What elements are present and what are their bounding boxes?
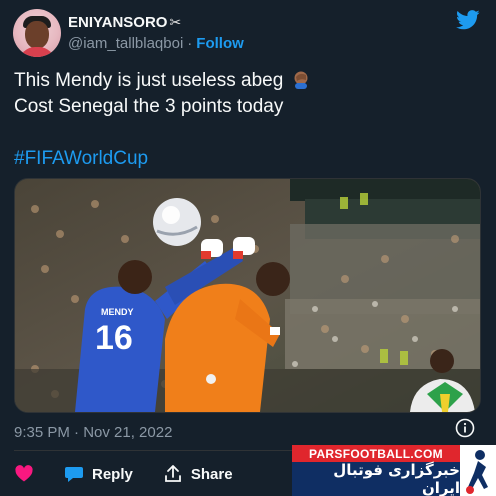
author-handle[interactable]: @iam_tallblaqboi — [68, 35, 183, 52]
like-button[interactable] — [14, 464, 34, 484]
tweet-line-1: This Mendy is just useless abeg — [14, 68, 484, 94]
watermark-persian-text: خبرگزاری فوتبال ایران — [292, 461, 460, 496]
tweet-line-1-text: This Mendy is just useless abeg — [14, 70, 284, 91]
heart-icon — [15, 465, 33, 482]
parsfootball-logo-icon — [460, 445, 496, 496]
avatar-face — [25, 21, 49, 49]
reply-button[interactable]: Reply — [64, 464, 133, 484]
facepalm-emoji-icon — [294, 71, 308, 89]
match-photo-illustration: MENDY 16 — [15, 179, 480, 412]
tweet-text: This Mendy is just useless abeg Cost Sen… — [14, 68, 484, 172]
twitter-bird-icon[interactable] — [456, 10, 480, 30]
separator-dot: · — [187, 34, 193, 52]
share-button[interactable]: Share — [163, 464, 233, 484]
tweet-photo[interactable]: MENDY 16 — [14, 178, 481, 413]
jersey-number-text: 16 — [95, 319, 133, 357]
speech-bubble-icon — [65, 467, 83, 482]
reply-label: Reply — [92, 465, 133, 483]
follow-button[interactable]: Follow — [196, 35, 244, 52]
avatar-shirt — [19, 47, 55, 57]
avatar[interactable] — [13, 9, 61, 57]
info-icon[interactable] — [455, 418, 475, 438]
author-name-row[interactable]: ENIYANSORO ✂ — [68, 12, 181, 32]
tweet-actions: Reply Share — [14, 462, 233, 486]
hashtag-link[interactable]: #FIFAWorldCup — [14, 146, 484, 172]
parsfootball-watermark: PARSFOOTBALL.COM خبرگزاری فوتبال ایران — [292, 445, 496, 496]
tweet-timestamp[interactable]: 9:35 PM · Nov 21, 2022 — [14, 424, 172, 441]
scissors-emoji-icon: ✂ — [169, 13, 182, 30]
tweet-line-2: Cost Senegal the 3 points today — [14, 96, 284, 117]
share-arrow-icon — [164, 465, 181, 482]
jersey-name-text: MENDY — [101, 307, 134, 317]
author-handle-row: @iam_tallblaqboi · Follow — [68, 33, 244, 53]
author-display-name[interactable]: ENIYANSORO — [68, 14, 167, 31]
watermark-site: PARSFOOTBALL.COM — [292, 445, 460, 462]
share-label: Share — [190, 465, 233, 483]
